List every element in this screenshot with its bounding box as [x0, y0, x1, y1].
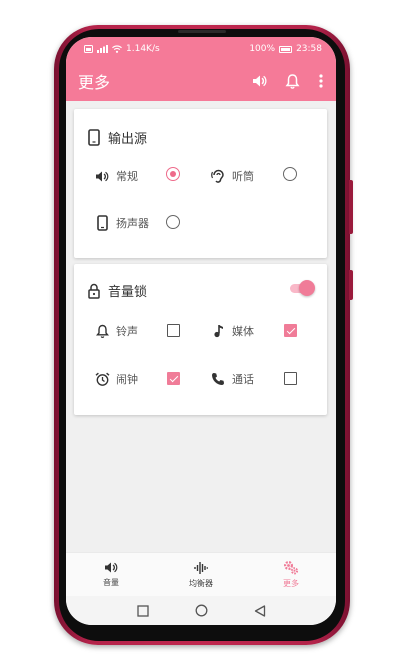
output-option-earpiece[interactable]: 听筒 — [210, 168, 254, 184]
speaker-icon — [96, 171, 109, 181]
system-navigation-bar — [66, 596, 336, 625]
recent-apps-icon[interactable] — [136, 604, 149, 617]
nav-item-equalizer[interactable]: 均衡器 — [156, 553, 246, 596]
volume-lock-toggle[interactable] — [288, 280, 315, 296]
earpiece-speaker — [178, 30, 226, 33]
battery-icon — [279, 45, 293, 53]
music-note-icon — [213, 325, 223, 338]
lock-item-call[interactable]: 通话 — [210, 371, 254, 387]
lock-item-media[interactable]: 媒体 — [210, 323, 254, 339]
media-checkbox[interactable] — [284, 324, 297, 337]
ear-icon — [211, 169, 224, 183]
volume-lock-title: 音量锁 — [108, 285, 148, 300]
wifi-icon — [112, 45, 122, 53]
network-speed: 1.14K/s — [126, 44, 160, 54]
volume-icon — [105, 562, 118, 573]
ringtone-checkbox[interactable] — [167, 324, 180, 337]
phone-icon — [88, 129, 100, 146]
phone-handset-icon — [212, 373, 224, 385]
screen: 1.14K/s 100% 23:58 更多 输出源 常规 听筒 扬声器 音量锁 … — [66, 37, 336, 625]
nav-item-more[interactable]: 更多 — [246, 553, 336, 596]
output-source-title: 输出源 — [108, 132, 148, 147]
status-bar: 1.14K/s 100% 23:58 — [66, 37, 336, 61]
lock-item-label: 闹钟 — [116, 373, 138, 386]
output-option-label: 常规 — [116, 170, 138, 183]
equalizer-icon — [194, 561, 208, 574]
signal-icon — [97, 45, 108, 53]
alarm-clock-icon — [95, 372, 109, 386]
call-checkbox[interactable] — [284, 372, 297, 385]
output-option-label: 扬声器 — [116, 217, 149, 230]
lock-item-alarm[interactable]: 闹钟 — [94, 371, 138, 387]
lock-item-ringtone[interactable]: 铃声 — [94, 323, 138, 339]
gears-icon — [283, 560, 299, 575]
more-menu-icon[interactable] — [318, 73, 324, 89]
lock-item-label: 通话 — [232, 373, 254, 386]
lock-item-label: 媒体 — [232, 325, 254, 338]
alarm-checkbox[interactable] — [167, 372, 180, 385]
sim-icon — [84, 45, 93, 53]
earpiece-radio[interactable] — [283, 167, 297, 181]
lock-item-label: 铃声 — [116, 325, 138, 338]
volume-button — [349, 180, 353, 234]
battery-percent: 100% — [249, 44, 276, 54]
bell-icon — [95, 324, 109, 338]
clock: 23:58 — [296, 44, 322, 54]
output-option-loudspeaker[interactable]: 扬声器 — [94, 215, 149, 231]
nav-label: 更多 — [283, 579, 299, 588]
lock-icon — [88, 283, 100, 299]
loudspeaker-radio[interactable] — [166, 215, 180, 229]
content-area: 输出源 常规 听筒 扬声器 音量锁 铃声 媒体 闹钟 通话 — [66, 101, 336, 552]
page-title: 更多 — [78, 73, 111, 92]
phone-icon — [96, 215, 108, 231]
output-source-card: 输出源 常规 听筒 扬声器 — [74, 109, 327, 258]
home-icon[interactable] — [195, 604, 208, 617]
app-bar: 更多 — [66, 61, 336, 101]
volume-lock-card: 音量锁 铃声 媒体 闹钟 通话 — [74, 264, 327, 415]
volume-icon[interactable] — [251, 73, 267, 89]
normal-radio[interactable] — [166, 167, 180, 181]
power-button — [349, 270, 353, 300]
bell-icon[interactable] — [285, 73, 300, 89]
output-option-normal[interactable]: 常规 — [94, 168, 138, 184]
bottom-navigation: 音量 均衡器 更多 — [66, 552, 336, 596]
nav-item-volume[interactable]: 音量 — [66, 553, 156, 596]
back-icon[interactable] — [254, 604, 266, 617]
nav-label: 均衡器 — [189, 578, 213, 588]
output-option-label: 听筒 — [232, 170, 254, 183]
nav-label: 音量 — [103, 578, 119, 587]
